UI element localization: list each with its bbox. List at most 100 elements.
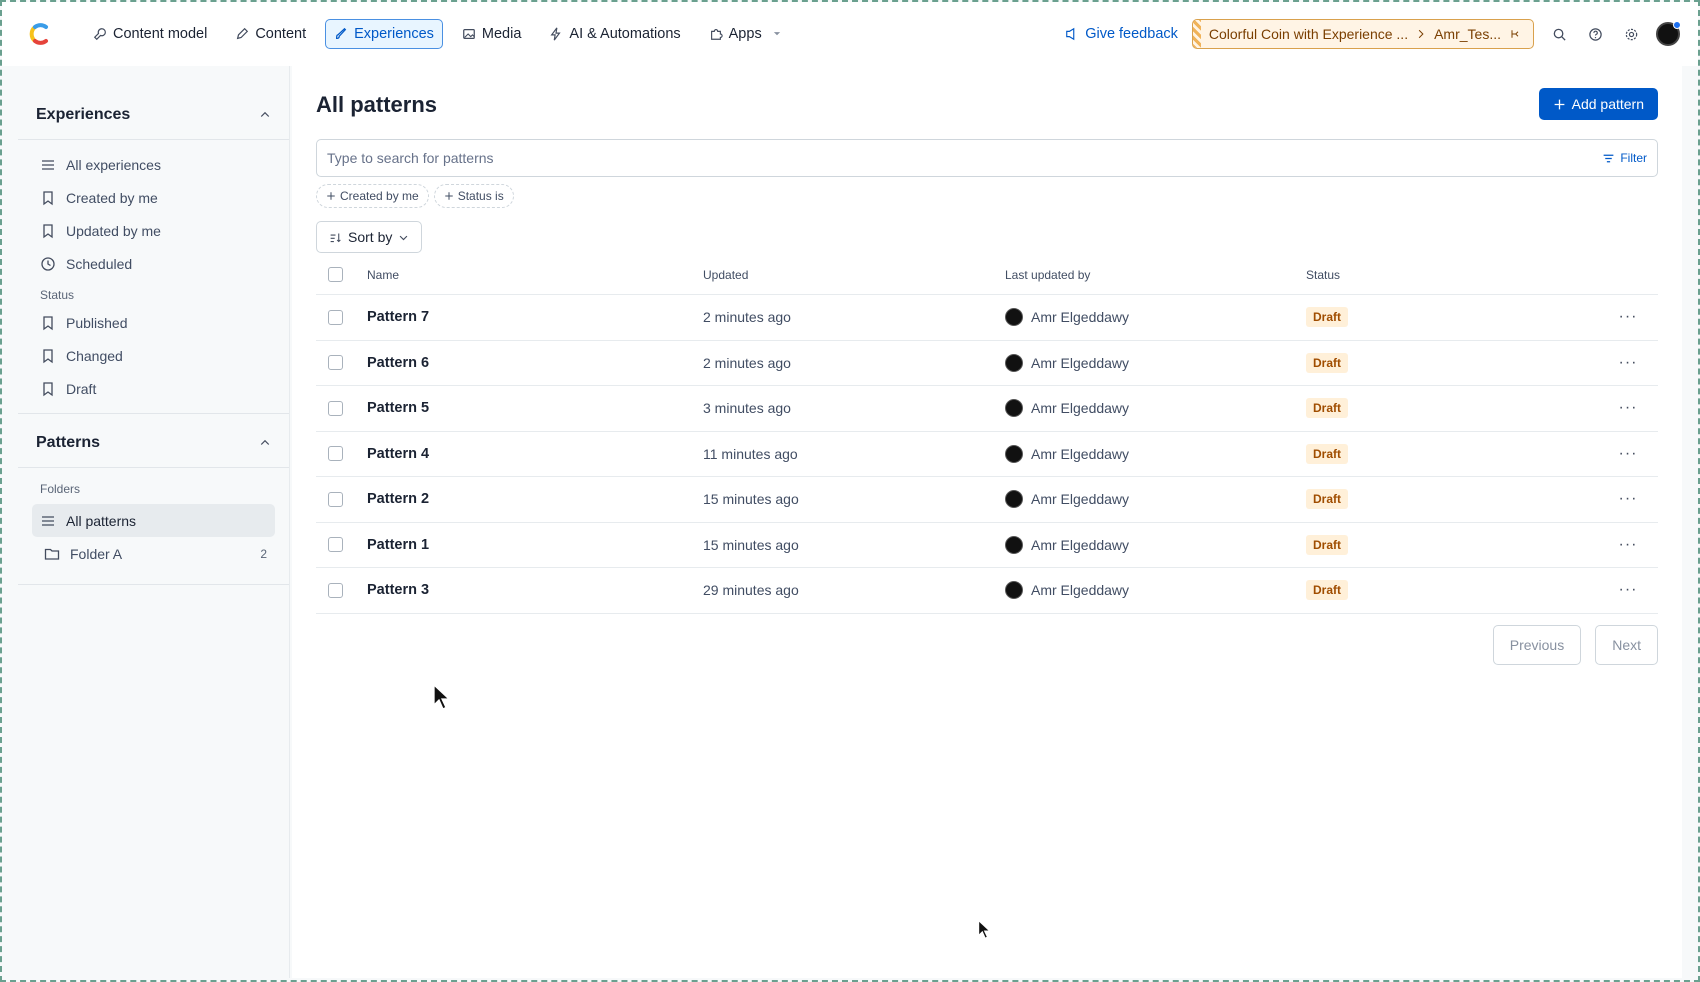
user-name: Amr Elgeddawy xyxy=(1031,491,1130,508)
last-updated-by: Amr Elgeddawy xyxy=(1005,399,1306,418)
add-pattern-label: Add pattern xyxy=(1571,96,1644,112)
more-actions-icon[interactable]: ··· xyxy=(1598,354,1658,372)
patterns-section-header[interactable]: Patterns xyxy=(18,418,289,468)
column-updated-header[interactable]: Updated xyxy=(703,268,1005,282)
sidebar-item-created-by-me[interactable]: Created by me xyxy=(18,181,289,214)
patterns-list: Folders All patterns Folder A 2 xyxy=(18,468,289,578)
environment-switcher[interactable]: Colorful Coin with Experience ... Amr_Te… xyxy=(1191,19,1534,49)
last-updated-by: Amr Elgeddawy xyxy=(1005,308,1306,327)
pattern-name[interactable]: Pattern 7 xyxy=(367,309,703,325)
nav-media[interactable]: Media xyxy=(453,19,531,49)
status-group-label: Status xyxy=(40,288,75,302)
add-pattern-button[interactable]: Add pattern xyxy=(1538,88,1658,120)
sidebar-item-folder-a[interactable]: Folder A 2 xyxy=(18,537,289,570)
next-button[interactable]: Next xyxy=(1595,625,1658,665)
chip-status-is[interactable]: Status is xyxy=(433,184,514,208)
pattern-name[interactable]: Pattern 3 xyxy=(367,582,703,598)
more-actions-icon[interactable]: ··· xyxy=(1598,536,1658,554)
pattern-name[interactable]: Pattern 1 xyxy=(367,537,703,553)
mouse-cursor-icon xyxy=(978,920,991,939)
pattern-name[interactable]: Pattern 4 xyxy=(367,446,703,462)
last-updated-by: Amr Elgeddawy xyxy=(1005,353,1306,372)
row-checkbox[interactable] xyxy=(328,309,343,325)
row-checkbox[interactable] xyxy=(328,355,343,371)
table-row[interactable]: Pattern 1 15 minutes ago Amr Elgeddawy Draf… xyxy=(316,523,1658,568)
gear-icon[interactable] xyxy=(1620,23,1642,45)
table-row[interactable]: Pattern 3 29 minutes ago Amr Elgeddawy Draf… xyxy=(316,568,1658,614)
row-checkbox[interactable] xyxy=(328,582,343,598)
search-placeholder: Type to search for patterns xyxy=(327,150,494,166)
user-name: Amr Elgeddawy xyxy=(1031,445,1130,462)
main-content: All patterns Add pattern Type to search … xyxy=(292,66,1682,978)
table-row[interactable]: Pattern 62 minutes ago Amr Elgeddawy Draft… xyxy=(316,341,1658,386)
pattern-name[interactable]: Pattern 2 xyxy=(367,491,703,507)
more-actions-icon[interactable]: ··· xyxy=(1598,399,1658,417)
chip-created-by-me[interactable]: Created by me xyxy=(316,184,429,208)
bookmark-icon xyxy=(43,348,53,363)
filter-label: Filter xyxy=(1620,151,1647,165)
table-row[interactable]: Pattern 53 minutes ago Amr Elgeddawy Draft… xyxy=(316,386,1658,432)
sidebar-item-scheduled[interactable]: Scheduled xyxy=(18,247,289,280)
more-actions-icon[interactable]: ··· xyxy=(1598,308,1658,326)
chip-label: Status is xyxy=(457,189,504,203)
chevron-up-icon[interactable] xyxy=(259,437,271,449)
sidebar-item-all-experiences[interactable]: All experiences xyxy=(18,148,289,181)
status-badge: Draft xyxy=(1306,580,1349,601)
bookmark-icon xyxy=(43,315,53,330)
user-avatar xyxy=(1005,308,1023,327)
row-checkbox[interactable] xyxy=(328,491,343,507)
row-check-cell xyxy=(316,537,367,553)
nav-content-model[interactable]: Content model xyxy=(84,19,216,49)
sidebar-item-changed[interactable]: Changed xyxy=(18,339,289,372)
contentful-logo-icon[interactable] xyxy=(26,21,52,47)
chevron-up-icon[interactable] xyxy=(259,109,271,121)
sidebar-item-published[interactable]: Published xyxy=(18,306,289,339)
more-actions-icon[interactable]: ··· xyxy=(1598,490,1658,508)
filter-chips: Created by me Status is xyxy=(316,184,514,208)
search-input[interactable]: Type to search for patterns Filter xyxy=(316,139,1658,177)
pattern-name[interactable]: Pattern 5 xyxy=(367,400,703,416)
nav-ai-automations[interactable]: AI & Automations xyxy=(540,19,689,49)
chevron-down-icon xyxy=(400,235,408,240)
bookmark-icon xyxy=(43,223,53,238)
table-row[interactable]: Pattern 4 11 minutes ago Amr Elgeddawy Draf… xyxy=(316,432,1658,477)
last-updated-by: Amr Elgeddawy xyxy=(1005,581,1306,600)
column-name-header[interactable]: Name xyxy=(367,268,703,282)
status-badge: Draft xyxy=(1306,398,1349,419)
table-row[interactable]: Pattern 2 15 minutes ago Amr Elgeddawy Draf… xyxy=(316,477,1658,523)
sort-by-button[interactable]: Sort by xyxy=(316,221,423,253)
updated-time: 2 minutes ago xyxy=(703,354,791,371)
nav-content[interactable]: Content xyxy=(226,19,315,49)
search-icon[interactable] xyxy=(1548,23,1570,45)
row-checkbox[interactable] xyxy=(328,400,343,416)
give-feedback-link[interactable]: Give feedback xyxy=(1065,26,1178,42)
sidebar-item-draft[interactable]: Draft xyxy=(18,372,289,405)
column-status-header: Status xyxy=(1306,267,1341,282)
row-check-cell xyxy=(316,446,367,462)
nav-content-label: Content xyxy=(255,26,307,42)
pattern-name[interactable]: Pattern 6 xyxy=(367,355,703,371)
user-avatar[interactable] xyxy=(1656,21,1681,46)
help-icon[interactable] xyxy=(1584,23,1606,45)
previous-button[interactable]: Previous xyxy=(1492,625,1582,665)
user-avatar xyxy=(1005,490,1023,509)
nav-experiences[interactable]: Experiences xyxy=(325,19,443,49)
plus-icon xyxy=(1554,99,1564,109)
user-name: Amr Elgeddawy xyxy=(1031,400,1130,417)
plus-icon xyxy=(444,192,453,200)
last-updated-by: Amr Elgeddawy xyxy=(1005,490,1306,509)
more-actions-icon[interactable]: ··· xyxy=(1598,445,1658,463)
row-checkbox[interactable] xyxy=(328,537,343,553)
updated-time: 15 minutes ago xyxy=(703,536,799,553)
row-checkbox[interactable] xyxy=(328,446,343,462)
row-check-cell xyxy=(316,309,367,325)
nav-apps[interactable]: Apps xyxy=(700,19,791,49)
user-avatar xyxy=(1005,399,1023,418)
more-actions-icon[interactable]: ··· xyxy=(1598,581,1658,599)
table-row[interactable]: Pattern 72 minutes ago Amr Elgeddawy Draft… xyxy=(316,295,1658,341)
sidebar-item-all-patterns[interactable]: All patterns xyxy=(32,504,275,537)
select-all-checkbox[interactable] xyxy=(328,267,343,282)
filter-button[interactable]: Filter xyxy=(1602,151,1647,165)
experiences-section-header[interactable]: Experiences xyxy=(18,90,289,140)
sidebar-item-updated-by-me[interactable]: Updated by me xyxy=(18,214,289,247)
